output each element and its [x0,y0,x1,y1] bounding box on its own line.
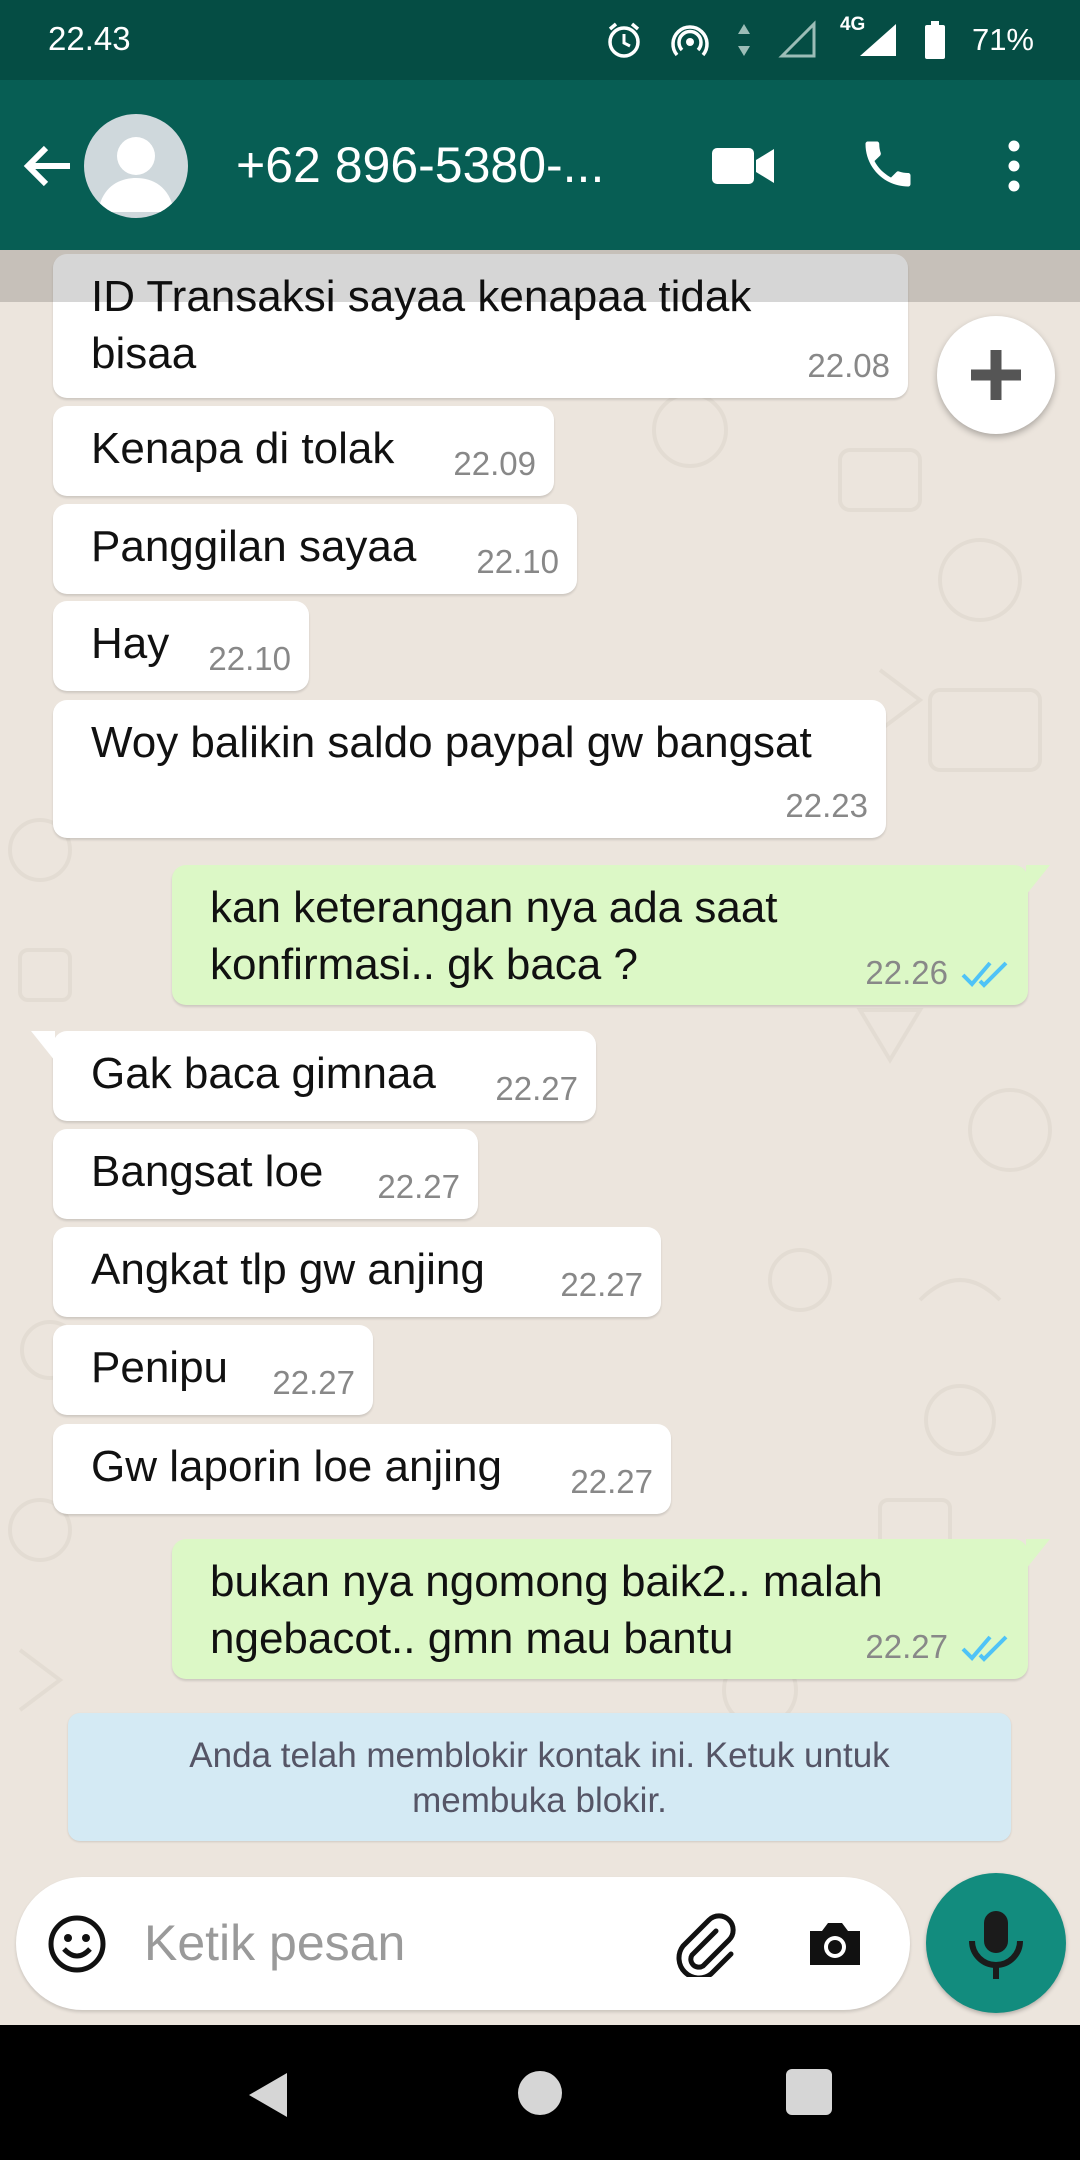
arrow-left-icon [23,145,70,187]
contact-avatar[interactable] [84,114,188,218]
back-button[interactable] [18,136,78,196]
bubble-tail [1026,865,1050,895]
battery-icon [924,20,946,60]
camera-icon [810,1923,860,1965]
alarm-icon [604,20,644,60]
message-time: 22.27 [570,1463,653,1500]
message-time: 22.27 [272,1364,355,1401]
message-time: 22.09 [453,445,536,482]
incoming-message[interactable]: Bangsat loe 22.27 [53,1129,478,1219]
incoming-message[interactable]: Woy balikin saldo paypal gw bangsat 22.23 [53,700,886,838]
message-time: 22.27 [377,1168,460,1205]
message-time: 22.10 [476,543,559,580]
message-text-line: kan keterangan nya ada saat [210,883,778,932]
message-text: Panggilan sayaa [91,518,416,575]
plus-icon [971,350,1021,400]
incoming-message[interactable]: Penipu 22.27 [53,1325,373,1415]
message-text-line: bukan nya ngomong baik2.. malah [210,1557,883,1606]
message-text-line: Angkat tlp gw anjing [91,1245,485,1294]
more-vertical-icon [1008,140,1020,192]
blocked-contact-notice[interactable]: Anda telah memblokir kontak ini. Ketuk u… [68,1713,1011,1841]
incoming-message[interactable]: Gak baca gimnaa 22.27 [31,1031,596,1121]
status-time: 22.43 [48,20,131,57]
message-time: 22.27 [865,1628,948,1665]
signal-4g-icon: 4G [840,14,898,60]
phone-icon [865,141,911,187]
incoming-message[interactable]: Gw laporin loe anjing 22.27 [53,1424,671,1514]
message-text-line: Gw laporin loe anjing [91,1442,502,1491]
double-check-read-icon [961,961,1008,988]
status-icons: 4G 71% [604,14,1034,62]
chat-header: +62 896-5380-... [0,80,1080,250]
incoming-message[interactable]: Angkat tlp gw anjing 22.27 [53,1227,661,1317]
double-check-read-icon [961,1635,1008,1662]
message-text: bukan nya ngomong baik2.. malah ngebacot.… [210,1553,883,1667]
message-text: Angkat tlp gw anjing [91,1241,485,1298]
message-text-line: konfirmasi.. gk baca ? [210,940,638,989]
nav-home-button[interactable] [518,2071,562,2115]
bubble-tail [31,1031,55,1061]
message-text: Bangsat loe [91,1143,323,1200]
message-text-line: Gak baca gimnaa [91,1049,436,1098]
voice-record-button[interactable] [926,1873,1066,2013]
message-time: 22.23 [785,787,868,824]
emoji-button[interactable] [46,1913,108,1975]
contact-name[interactable]: +62 896-5380-... [236,136,604,194]
outgoing-message[interactable]: kan keterangan nya ada saat konfirmasi.. … [172,865,1050,1005]
message-text: Hay [91,615,169,672]
status-bar: 22.43 4G 71% [0,0,1080,80]
microphone-icon [969,1911,1023,1979]
message-time: 22.08 [807,347,890,384]
message-text: Woy balikin saldo paypal gw bangsat [91,714,812,771]
message-text: Gw laporin loe anjing [91,1438,502,1495]
nav-back-button[interactable] [245,2071,289,2119]
message-text: Kenapa di tolak [91,420,394,477]
hotspot-icon [670,20,710,60]
message-time: 22.26 [865,954,948,991]
emoji-icon [48,1915,106,1973]
message-text-line: Bangsat loe [91,1147,324,1196]
video-camera-icon [712,148,774,184]
battery-percent: 71% [971,22,1034,57]
blocked-notice-line1: Anda telah memblokir kontak ini. Ketuk u… [189,1736,890,1775]
attach-button[interactable] [672,1911,738,1981]
camera-button[interactable] [804,1913,866,1975]
message-time: 22.27 [495,1070,578,1107]
bubble-tail [1026,1539,1050,1569]
more-options-button[interactable] [998,134,1030,198]
video-call-button[interactable] [710,140,776,192]
message-time: 22.10 [208,640,291,677]
system-navigation-bar [0,2025,1080,2160]
wifi-data-arrows-icon [736,22,752,58]
voice-call-button[interactable] [858,134,918,194]
message-text-line: Kenapa di tolak [91,424,395,473]
paperclip-icon [676,1913,736,1981]
message-text-line: Hay [91,619,170,668]
incoming-message[interactable]: Hay 22.10 [53,601,309,691]
message-text-line: Penipu [91,1343,229,1392]
add-contact-button[interactable] [937,316,1055,434]
triangle-back-icon [249,2073,287,2117]
message-time: 22.27 [560,1266,643,1303]
network-type-label: 4G [839,14,866,35]
signal-sim2-icon [778,20,818,60]
incoming-message[interactable]: Kenapa di tolak 22.09 [53,406,554,496]
message-text-line: ngebacot.. gmn mau bantu [210,1614,734,1663]
outgoing-message[interactable]: bukan nya ngomong baik2.. malah ngebacot.… [172,1539,1050,1679]
incoming-message[interactable]: Panggilan sayaa 22.10 [53,504,577,594]
message-text-line: Woy balikin saldo paypal gw bangsat [91,718,812,767]
message-text-line: Panggilan sayaa [91,522,417,571]
message-text-line: bisaa [91,329,197,378]
message-text: kan keterangan nya ada saat konfirmasi.. … [210,879,778,993]
message-text: Gak baca gimnaa [91,1045,436,1102]
blocked-notice-line2: membuka blokir. [412,1781,667,1820]
message-input[interactable]: Ketik pesan [144,1914,405,1972]
nav-recents-button[interactable] [786,2069,832,2115]
message-text: Penipu [91,1339,228,1396]
scroll-shadow [0,250,1080,302]
message-input-bar: Ketik pesan [16,1877,910,2010]
